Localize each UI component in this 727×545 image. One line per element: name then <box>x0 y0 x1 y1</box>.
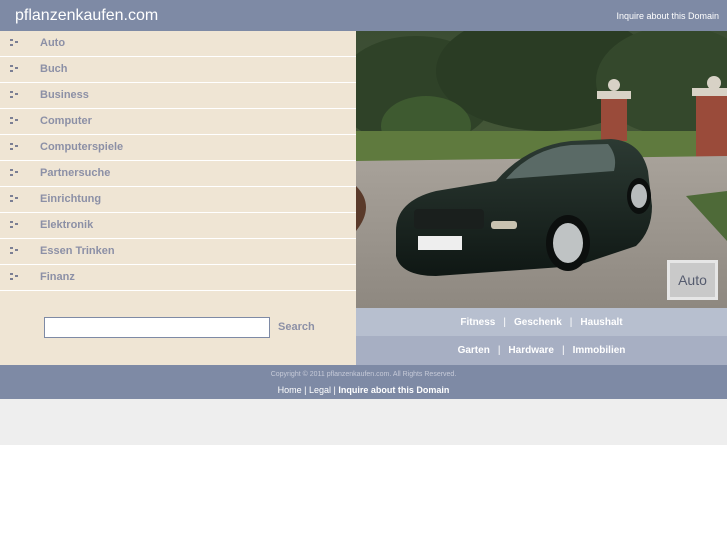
nav-item-label: Computer <box>40 115 92 127</box>
copyright-text: Copyright © 2011 pflanzenkaufen.com. All… <box>270 371 457 378</box>
bullet-icon <box>10 91 19 99</box>
bullet-icon <box>10 195 19 203</box>
top-bar: pflanzenkaufen.com Inquire about this Do… <box>0 0 727 31</box>
grey-band <box>0 399 727 445</box>
search-button[interactable]: Search <box>278 321 315 333</box>
nav-item-auto[interactable]: Auto <box>0 31 356 57</box>
link-immobilien[interactable]: Immobilien <box>573 345 626 356</box>
link-separator: | <box>503 316 506 328</box>
bullet-icon <box>10 247 19 255</box>
footer-home-link[interactable]: Home <box>278 385 302 395</box>
link-separator: | <box>497 345 501 356</box>
nav-item-label: Partnersuche <box>40 167 111 179</box>
link-fitness[interactable]: Fitness <box>460 317 495 328</box>
bullet-icon <box>10 65 19 73</box>
links-row-1: Fitness | Geschenk | Haushalt <box>356 308 727 336</box>
hero-photo: Auto <box>356 31 727 308</box>
nav-item-label: Buch <box>40 63 68 75</box>
photo-category-badge[interactable]: Auto <box>667 260 718 300</box>
nav-item-label: Einrichtung <box>40 193 102 205</box>
bullet-icon <box>10 39 19 47</box>
category-nav: Auto Buch Business Computer Computerspie… <box>0 31 356 291</box>
nav-item-label: Essen Trinken <box>40 245 115 257</box>
nav-item-partnersuche[interactable]: Partnersuche <box>0 161 356 187</box>
bullet-icon <box>10 221 19 229</box>
footer-legal-link[interactable]: Legal <box>309 385 331 395</box>
footer-separator: | <box>333 385 336 395</box>
link-geschenk[interactable]: Geschenk <box>514 317 562 328</box>
nav-item-label: Business <box>40 89 89 101</box>
link-separator: | <box>569 316 573 328</box>
nav-item-label: Elektronik <box>40 219 94 231</box>
nav-item-business[interactable]: Business <box>0 83 356 109</box>
bullet-icon <box>10 117 19 125</box>
link-haushalt[interactable]: Haushalt <box>580 317 622 328</box>
nav-item-computer[interactable]: Computer <box>0 109 356 135</box>
nav-item-einrichtung[interactable]: Einrichtung <box>0 187 356 213</box>
footer-links: Home | Legal | Inquire about this Domain <box>0 385 727 395</box>
inquire-domain-link[interactable]: Inquire about this Domain <box>616 11 719 21</box>
site-title[interactable]: pflanzenkaufen.com <box>15 7 158 25</box>
link-garten[interactable]: Garten <box>458 345 490 356</box>
sidebar: Auto Buch Business Computer Computerspie… <box>0 31 356 365</box>
nav-item-elektronik[interactable]: Elektronik <box>0 213 356 239</box>
search-input[interactable] <box>44 317 270 338</box>
link-hardware[interactable]: Hardware <box>508 345 554 356</box>
footer: Copyright © 2011 pflanzenkaufen.com. All… <box>0 365 727 399</box>
link-separator: | <box>562 345 565 356</box>
bullet-icon <box>10 273 19 281</box>
nav-item-computerspiele[interactable]: Computerspiele <box>0 135 356 161</box>
bullet-icon <box>10 143 19 151</box>
footer-separator: | <box>304 385 307 395</box>
nav-item-finanz[interactable]: Finanz <box>0 265 356 291</box>
nav-item-essen-trinken[interactable]: Essen Trinken <box>0 239 356 265</box>
nav-item-label: Finanz <box>40 271 75 283</box>
nav-item-label: Computerspiele <box>40 141 124 153</box>
nav-item-label: Auto <box>40 37 66 49</box>
nav-item-buch[interactable]: Buch <box>0 57 356 83</box>
links-row-2: Garten | Hardware | Immobilien <box>356 336 727 365</box>
bullet-icon <box>10 169 19 177</box>
footer-inquire-link[interactable]: Inquire about this Domain <box>338 385 449 395</box>
